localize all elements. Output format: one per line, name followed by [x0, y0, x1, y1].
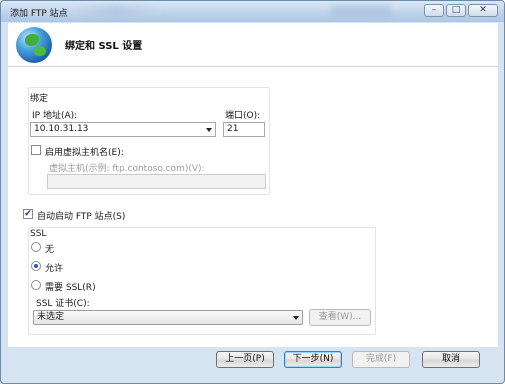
virtual-host-label: 虚拟主机(示例: ftp.contoso.com)(V):: [49, 164, 205, 174]
minimize-button[interactable]: –: [424, 4, 444, 17]
chevron-down-icon[interactable]: [293, 316, 299, 320]
title-bar[interactable]: 添加 FTP 站点 – □ ✕: [1, 1, 504, 22]
ssl-option-allow-radio[interactable]: [31, 261, 41, 271]
dialog-content: 绑定 IP 地址(A): 10.10.31.13 端口(O): 21 启用虚拟主…: [8, 67, 498, 347]
port-label: 端口(O):: [225, 111, 261, 121]
globe-icon: [16, 27, 52, 63]
ssl-cert-value: 未选定: [37, 312, 65, 322]
ssl-cert-label: SSL 证书(C):: [36, 299, 90, 309]
autostart-checkbox[interactable]: ✔: [23, 209, 33, 219]
dialog-header: 绑定和 SSL 设置: [8, 23, 498, 67]
ip-address-combobox[interactable]: 10.10.31.13: [30, 122, 216, 137]
window-controls: – □ ✕: [424, 4, 498, 17]
title-bar-blur: [71, 5, 161, 17]
window-title: 添加 FTP 站点: [10, 9, 68, 19]
chevron-down-icon[interactable]: [206, 128, 212, 132]
view-cert-button[interactable]: 查看(W)...: [309, 309, 371, 326]
ssl-option-require-radio[interactable]: [31, 280, 41, 290]
ssl-group-title: SSL: [30, 229, 47, 239]
next-button[interactable]: 下一步(N): [284, 351, 342, 368]
page-title: 绑定和 SSL 设置: [65, 41, 143, 52]
binding-group-title: 绑定: [30, 94, 49, 104]
ssl-option-require-label: 需要 SSL(R): [45, 283, 96, 293]
close-button[interactable]: ✕: [468, 4, 498, 17]
virtual-host-checkbox-label: 启用虚拟主机名(E):: [45, 148, 124, 158]
ip-address-value: 10.10.31.13: [34, 124, 89, 134]
virtual-host-input[interactable]: [47, 174, 266, 189]
port-input[interactable]: 21: [223, 122, 265, 137]
maximize-button[interactable]: □: [446, 4, 466, 17]
finish-button[interactable]: 完成(F): [352, 351, 410, 368]
add-ftp-site-dialog: 添加 FTP 站点 – □ ✕ 绑定和 SSL 设置 绑定 IP 地址(A): …: [0, 0, 505, 384]
virtual-host-checkbox[interactable]: [31, 145, 41, 155]
ssl-option-none-label: 无: [45, 245, 55, 255]
cancel-button[interactable]: 取消: [422, 351, 480, 368]
title-bar-blur-right: [331, 5, 391, 17]
ssl-option-none-radio[interactable]: [31, 242, 41, 252]
previous-button[interactable]: 上一页(P): [216, 351, 274, 368]
ip-address-label: IP 地址(A):: [32, 111, 78, 121]
ssl-option-allow-label: 允许: [45, 264, 64, 274]
ssl-cert-combobox[interactable]: 未选定: [33, 310, 303, 325]
autostart-label: 自动启动 FTP 站点(S): [37, 212, 126, 222]
